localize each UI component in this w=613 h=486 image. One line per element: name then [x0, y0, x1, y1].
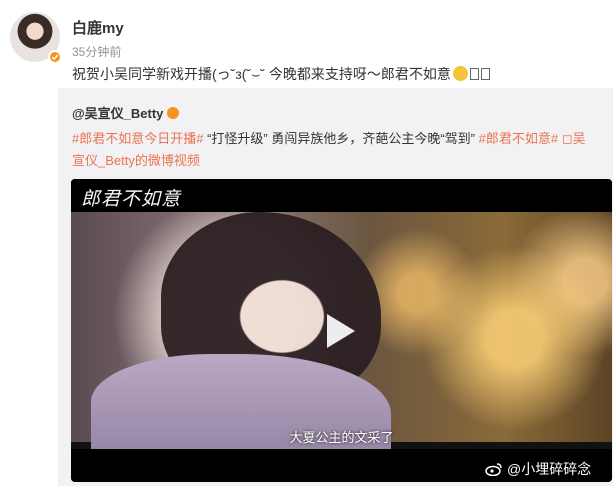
- smile-emoji-icon: [452, 66, 468, 81]
- post-text: 祝贺小吴同学新戏开播(っ˘з(˘⌣˘ 今晚都来支持呀～郎君不如意: [72, 64, 490, 84]
- video-letterbox-top: 郎君不如意: [71, 179, 612, 212]
- weibo-logo-icon: [485, 463, 502, 476]
- hashtag-link[interactable]: #郎君不如意#: [479, 131, 558, 146]
- unknown-glyph-icon: [469, 68, 479, 80]
- verified-badge-icon: [167, 107, 180, 119]
- verified-badge-icon: [48, 50, 62, 64]
- watermark: @小埋碎碎念: [485, 459, 591, 479]
- hashtag-link[interactable]: #郎君不如意今日开播#: [72, 131, 203, 146]
- repost-text: #郎君不如意今日开播# “打怪升级” 勇闯异族他乡，齐葩公主今晚“驾到” #郎君…: [72, 128, 592, 172]
- repost-author[interactable]: @吴宣仪_Betty: [72, 103, 180, 122]
- post-body: 祝贺小吴同学新戏开播(っ˘з(˘⌣˘ 今晚都来支持呀～郎君不如意: [72, 66, 451, 82]
- repost-author-handle[interactable]: @吴宣仪_Betty: [72, 106, 163, 121]
- video-title-art: 郎君不如意: [81, 188, 182, 210]
- play-icon[interactable]: [324, 312, 358, 350]
- weibo-post: 白鹿my 35分钟前 祝贺小吴同学新戏开播(っ˘з(˘⌣˘ 今晚都来支持呀～郎君…: [0, 0, 613, 486]
- reposted-content: @吴宣仪_Betty #郎君不如意今日开播# “打怪升级” 勇闯异族他乡，齐葩公…: [58, 88, 613, 486]
- watermark-text: @小埋碎碎念: [507, 461, 592, 477]
- video-player[interactable]: 郎君不如意 大夏公主的文采了: [71, 179, 612, 482]
- unknown-glyph-icon: [480, 68, 490, 80]
- repost-body: “打怪升级” 勇闯异族他乡，齐葩公主今晚“驾到”: [203, 131, 479, 146]
- username[interactable]: 白鹿my: [72, 17, 124, 38]
- timestamp[interactable]: 35分钟前: [72, 43, 121, 60]
- video-subtitle: 大夏公主的文采了: [289, 430, 394, 445]
- avatar[interactable]: [10, 12, 62, 64]
